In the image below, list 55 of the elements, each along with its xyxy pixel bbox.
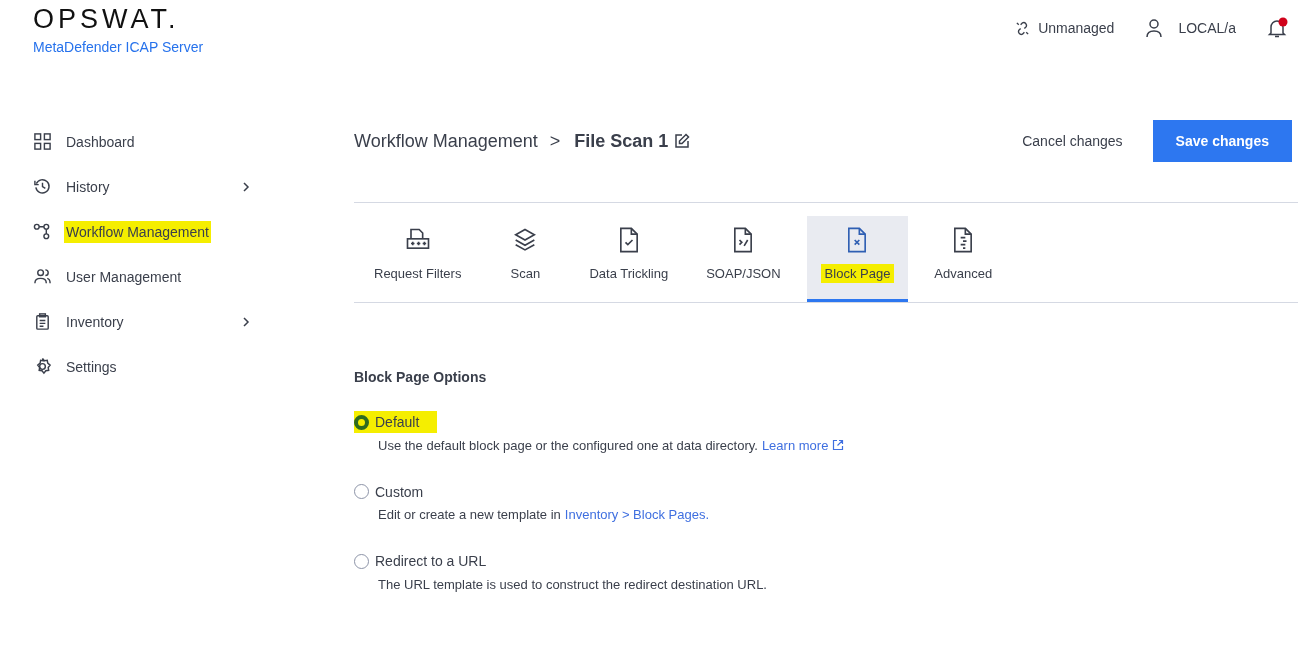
- tab[interactable]: SOAP/JSON: [694, 216, 793, 302]
- status-text: Unmanaged: [1038, 20, 1115, 36]
- nodes-icon: [33, 222, 52, 241]
- edit-icon[interactable]: [674, 133, 691, 149]
- tab-label: Block Page: [820, 264, 895, 283]
- sidebar-label: User Management: [65, 267, 183, 287]
- sidebar-item[interactable]: Inventory: [33, 310, 251, 333]
- tab[interactable]: Scan: [487, 216, 564, 302]
- option-label: Redirect to a URL: [375, 553, 487, 569]
- radio-button[interactable]: [354, 484, 369, 499]
- link[interactable]: Learn more: [761, 437, 829, 453]
- external-link-icon[interactable]: [832, 439, 845, 451]
- notification-bell-icon[interactable]: [1266, 17, 1288, 39]
- option-description: Edit or create a new template in: [378, 507, 561, 522]
- breadcrumb-separator: >: [549, 130, 561, 152]
- sidebar-label: History: [65, 177, 111, 197]
- users-icon: [33, 267, 52, 286]
- logo: OPSWAT.: [33, 4, 181, 34]
- breadcrumb-link[interactable]: Workflow Management: [354, 130, 538, 152]
- sidebar-label: Settings: [65, 357, 118, 377]
- option-label: Default: [375, 414, 420, 430]
- tab[interactable]: Advanced: [922, 216, 1005, 302]
- tab-label: Scan: [509, 265, 542, 283]
- option-label: Custom: [375, 483, 424, 500]
- radio-button[interactable]: [354, 553, 369, 569]
- broken-link-icon: [1015, 20, 1031, 36]
- tab[interactable]: Data Trickling: [577, 216, 681, 302]
- sidebar-item[interactable]: User Management: [33, 265, 251, 288]
- tab[interactable]: Block Page: [806, 216, 909, 302]
- save-button[interactable]: Save changes: [1152, 120, 1292, 162]
- option-description: Use the default block page or the configured one at data directory.: [378, 437, 758, 453]
- history-icon: [33, 177, 52, 196]
- tab[interactable]: Request Filters: [354, 216, 474, 302]
- tab-label: SOAP/JSON: [705, 265, 782, 283]
- sidebar-item[interactable]: History: [33, 175, 251, 198]
- option-description: The URL template is used to construct the redirect destination URL.: [378, 576, 767, 592]
- radio-button[interactable]: [354, 414, 369, 430]
- section-title: Block Page Options: [354, 369, 488, 385]
- sidebar-label: Dashboard: [65, 132, 136, 152]
- page-title: File Scan 1: [574, 130, 669, 152]
- product-name: MetaDefender ICAP Server: [33, 39, 205, 55]
- user-icon[interactable]: [1144, 18, 1165, 38]
- link[interactable]: Inventory > Block Pages.: [564, 507, 709, 522]
- grid-icon: [33, 132, 52, 151]
- sidebar-label: Workflow Management: [64, 220, 211, 243]
- sidebar-item[interactable]: Dashboard: [33, 130, 251, 153]
- sidebar-item[interactable]: Settings: [33, 355, 251, 378]
- cancel-button[interactable]: Cancel changes: [1022, 133, 1123, 149]
- tab-label: Data Trickling: [588, 265, 670, 283]
- sidebar-label: Inventory: [65, 312, 125, 332]
- tab-label: Request Filters: [373, 265, 463, 283]
- clipboard-icon: [33, 312, 52, 331]
- tab-label: Advanced: [933, 265, 994, 283]
- user-name: LOCAL/a: [1178, 20, 1236, 36]
- sidebar-item[interactable]: Workflow Management: [33, 220, 251, 243]
